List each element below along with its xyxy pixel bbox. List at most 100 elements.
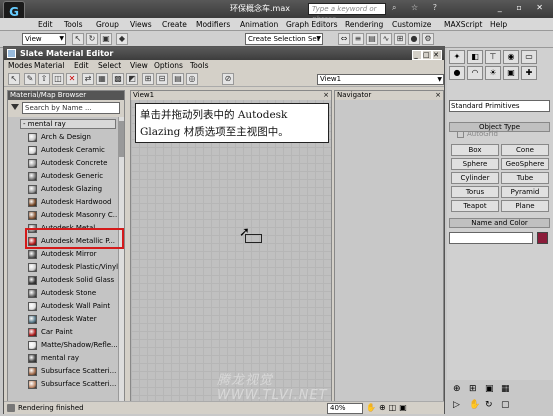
schematic-icon[interactable]: ⊞: [394, 33, 406, 45]
material-item[interactable]: Autodesk Hardwood: [28, 196, 118, 209]
curve-editor-icon[interactable]: ∿: [380, 33, 392, 45]
torus-button[interactable]: Torus: [451, 186, 499, 198]
material-item[interactable]: Subsurface Scatteri...: [28, 365, 118, 378]
material-item[interactable]: Autodesk Solid Glass: [28, 274, 118, 287]
view-nav-icons[interactable]: ✋⊕◫▣: [366, 403, 410, 412]
close-icon[interactable]: ×: [435, 91, 441, 100]
link-icon[interactable]: ⊘: [222, 73, 234, 85]
material-item[interactable]: Arch & Design: [28, 131, 118, 144]
zoom-all-icon[interactable]: ⊞: [469, 384, 477, 394]
material-item[interactable]: Subsurface Scatteri...: [28, 378, 118, 391]
menu-tools[interactable]: Tools: [190, 61, 208, 70]
browser-options-icon[interactable]: [11, 104, 19, 110]
scrollbar-thumb[interactable]: [119, 121, 124, 157]
menu-options[interactable]: Options: [154, 61, 183, 70]
material-item[interactable]: mental ray: [28, 352, 118, 365]
geometry-icon[interactable]: ●: [449, 66, 465, 80]
put-to-scene-icon[interactable]: ⇧: [38, 73, 50, 85]
menu-maxscript[interactable]: MAXScript: [444, 20, 483, 29]
render-setup-icon[interactable]: ⚙: [422, 33, 434, 45]
lights-icon[interactable]: ☀: [485, 66, 501, 80]
close-icon[interactable]: ✕: [432, 50, 442, 60]
zoom-icon[interactable]: ⊕: [453, 384, 461, 394]
snap-icon[interactable]: ◆: [116, 33, 128, 45]
material-item[interactable]: Autodesk Stone: [28, 287, 118, 300]
zoom-level-dropdown[interactable]: 40%: [327, 403, 363, 414]
select-by-material-icon[interactable]: ◎: [186, 73, 198, 85]
teapot-button[interactable]: Teapot: [451, 200, 499, 212]
window-controls[interactable]: _ ▫ ✕: [498, 3, 549, 12]
menu-modes[interactable]: Modes: [8, 61, 32, 70]
material-item[interactable]: Car Paint: [28, 326, 118, 339]
material-item[interactable]: Autodesk Wall Paint: [28, 300, 118, 313]
menu-graph-editors[interactable]: Graph Editors: [286, 20, 338, 29]
zoom-extents-all-icon[interactable]: ▦: [501, 384, 510, 394]
menu-edit[interactable]: Edit: [74, 61, 89, 70]
search-input[interactable]: Type a keyword or phrase: [308, 3, 386, 23]
object-name-field[interactable]: [449, 232, 533, 244]
delete-icon[interactable]: ✕: [66, 73, 78, 85]
menu-group[interactable]: Group: [96, 20, 119, 29]
material-item[interactable]: Matte/Shadow/Refle...: [28, 339, 118, 352]
layer-icon[interactable]: ▤: [366, 33, 378, 45]
shapes-icon[interactable]: ◠: [467, 66, 483, 80]
parameter-editor-icon[interactable]: ▤: [172, 73, 184, 85]
move-children-icon[interactable]: ⇄: [82, 73, 94, 85]
tube-button[interactable]: Tube: [501, 172, 549, 184]
group-mental-ray[interactable]: - mental ray: [20, 119, 116, 129]
orbit-icon[interactable]: ↻: [485, 400, 493, 410]
geosphere-button[interactable]: GeoSphere: [501, 158, 549, 170]
menu-modifiers[interactable]: Modifiers: [196, 20, 230, 29]
object-category-dropdown[interactable]: Standard Primitives: [449, 100, 550, 112]
search-icons[interactable]: ⌕ ☆ ?: [392, 3, 443, 13]
maximize-icon[interactable]: □: [422, 50, 432, 60]
menu-select[interactable]: Select: [98, 61, 121, 70]
layout-all-icon[interactable]: ⊞: [142, 73, 154, 85]
show-map-icon[interactable]: ▩: [112, 73, 124, 85]
viewport-dropdown[interactable]: View ▼: [22, 33, 66, 45]
rotate-icon[interactable]: ↻: [86, 33, 98, 45]
display-tab-icon[interactable]: ▭: [521, 50, 537, 64]
menu-material[interactable]: Material: [34, 61, 64, 70]
selection-set-dropdown[interactable]: Create Selection Set ▼: [245, 33, 323, 45]
menu-edit[interactable]: Edit: [38, 20, 53, 29]
create-tab-icon[interactable]: ✦: [449, 50, 465, 64]
material-item[interactable]: Autodesk Mirror: [28, 248, 118, 261]
close-icon[interactable]: ×: [323, 91, 329, 100]
menu-view[interactable]: View: [130, 61, 148, 70]
select-icon[interactable]: ↖: [72, 33, 84, 45]
menu-customize[interactable]: Customize: [392, 20, 431, 29]
minimize-icon[interactable]: _: [412, 50, 422, 60]
pyramid-button[interactable]: Pyramid: [501, 186, 549, 198]
view-dropdown[interactable]: View1 ▼: [317, 74, 444, 85]
show-background-icon[interactable]: ◩: [126, 73, 138, 85]
cameras-icon[interactable]: ▣: [503, 66, 519, 80]
material-item[interactable]: Autodesk Masonry C...: [28, 209, 118, 222]
material-item[interactable]: Autodesk Water: [28, 313, 118, 326]
motion-tab-icon[interactable]: ◉: [503, 50, 519, 64]
mirror-icon[interactable]: ⇔: [338, 33, 350, 45]
menu-help[interactable]: Help: [490, 20, 507, 29]
plane-button[interactable]: Plane: [501, 200, 549, 212]
helpers-icon[interactable]: ✚: [521, 66, 537, 80]
pan-icon[interactable]: ✋: [469, 400, 480, 410]
maximize-viewport-icon[interactable]: ▢: [501, 400, 510, 410]
object-color-swatch[interactable]: [537, 232, 548, 244]
field-of-view-icon[interactable]: ▷: [453, 400, 460, 410]
scale-icon[interactable]: ▣: [100, 33, 112, 45]
material-editor-icon[interactable]: ●: [408, 33, 420, 45]
select-tool-icon[interactable]: ↖: [8, 73, 20, 85]
assign-material-icon[interactable]: ◫: [52, 73, 64, 85]
cone-button[interactable]: Cone: [501, 144, 549, 156]
material-item[interactable]: Autodesk Ceramic: [28, 144, 118, 157]
menu-views[interactable]: Views: [130, 20, 152, 29]
box-button[interactable]: Box: [451, 144, 499, 156]
navigator-panel[interactable]: Navigator ×: [334, 90, 444, 402]
name-and-color-rollout[interactable]: Name and Color: [449, 218, 550, 228]
material-item[interactable]: Autodesk Generic: [28, 170, 118, 183]
align-icon[interactable]: ≡: [352, 33, 364, 45]
view1-panel[interactable]: View1 × 单击并拖动列表中的 Autodesk Glazing 材质选项至…: [130, 90, 332, 403]
menu-tools[interactable]: Tools: [64, 20, 82, 29]
sphere-button[interactable]: Sphere: [451, 158, 499, 170]
modify-tab-icon[interactable]: ◧: [467, 50, 483, 64]
